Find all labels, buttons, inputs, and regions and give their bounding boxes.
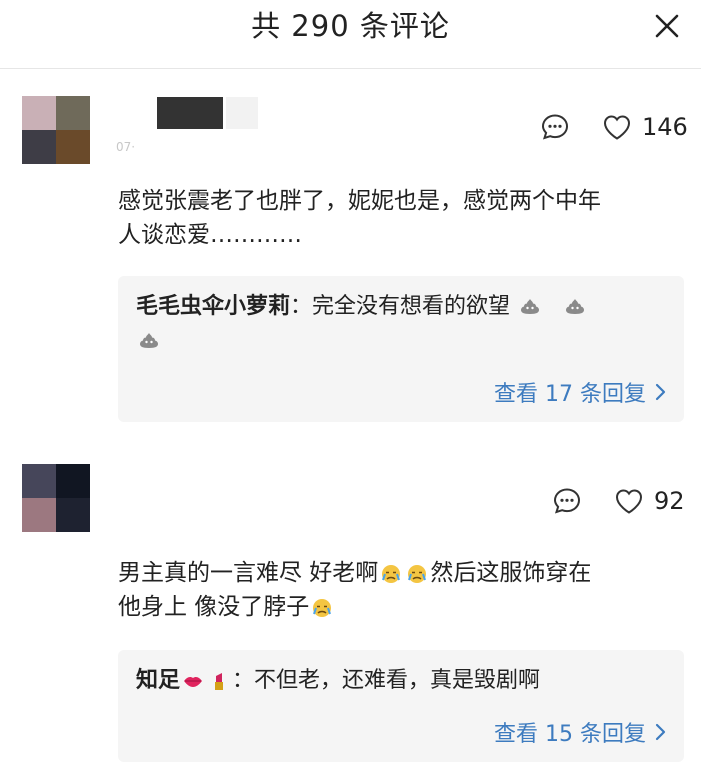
comment-text-line: 男主真的一言难尽 好老啊 然后这服饰穿在: [118, 556, 591, 590]
comment-time: 07·: [116, 140, 136, 154]
avatar[interactable]: [22, 96, 90, 164]
username-redacted[interactable]: [157, 97, 223, 129]
like-button[interactable]: [614, 487, 644, 515]
reply-button[interactable]: [540, 112, 570, 142]
crying-emoji-icon: [313, 598, 332, 617]
crying-emoji-icon: [408, 564, 427, 583]
comment-text-part: 然后这服饰穿在: [430, 560, 592, 586]
lips-emoji-icon: [184, 677, 203, 687]
reply-author[interactable]: 毛毛虫伞小萝莉: [136, 294, 290, 319]
reply-content: 不但老，还难看，真是毁剧啊: [254, 668, 541, 693]
close-button[interactable]: [651, 10, 683, 42]
like-button[interactable]: [602, 113, 632, 141]
comment-text: 男主真的一言难尽 好老啊 然后这服饰穿在 他身上 像没了脖子: [118, 556, 591, 624]
comment-text-line: 他身上 像没了脖子: [118, 590, 591, 624]
crying-emoji-icon: [382, 564, 401, 583]
reply-separator: ：: [290, 294, 313, 319]
view-replies-label: 查看 17 条回复: [494, 382, 646, 407]
heart-icon: [615, 489, 643, 514]
lipstick-emoji-icon: [215, 673, 224, 690]
reply-preview[interactable]: 毛毛虫伞小萝莉：完全没有想看的欲望 查看 17 条回复: [118, 276, 684, 422]
comment-text-part: 男主真的一言难尽 好老啊: [118, 560, 379, 586]
comment-text-part: 他身上 像没了脖子: [118, 594, 310, 620]
chevron-right-icon: [655, 383, 666, 401]
reply-author[interactable]: 知足: [136, 668, 180, 693]
close-icon: [655, 14, 679, 38]
chevron-right-icon: [655, 723, 666, 741]
comments-header: 共 290 条评论: [0, 0, 701, 69]
reply-content: 完全没有想看的欲望: [312, 294, 511, 319]
comment-text-line: 人谈恋爱…………: [118, 222, 302, 248]
username-redacted: [226, 97, 258, 129]
reply-separator: ：: [232, 668, 255, 693]
reply-preview[interactable]: 知足 ：不但老，还难看，真是毁剧啊 查看 15 条回复: [118, 650, 684, 762]
reply-text: 毛毛虫伞小萝莉：完全没有想看的欲望: [136, 290, 666, 358]
comment-bubble-icon: [553, 488, 581, 514]
comment-text-line: 感觉张震老了也胖了，妮妮也是，感觉两个中年: [118, 188, 601, 214]
reply-text: 知足 ：不但老，还难看，真是毁剧啊: [136, 664, 666, 698]
like-count: 92: [654, 487, 685, 515]
view-replies-link[interactable]: 查看 15 条回复: [494, 716, 666, 748]
like-count: 146: [642, 113, 688, 141]
poop-emoji-icon: [521, 299, 540, 314]
comments-title: 共 290 条评论: [251, 9, 450, 43]
comment-actions: 146: [540, 112, 688, 142]
heart-icon: [603, 115, 631, 140]
avatar[interactable]: [22, 464, 90, 532]
comment-text: 感觉张震老了也胖了，妮妮也是，感觉两个中年 人谈恋爱…………: [118, 184, 601, 252]
poop-emoji-icon: [566, 299, 585, 314]
view-replies-link[interactable]: 查看 17 条回复: [494, 376, 666, 408]
comment-bubble-icon: [541, 114, 569, 140]
view-replies-label: 查看 15 条回复: [494, 722, 646, 747]
reply-button[interactable]: [552, 486, 582, 516]
comment-actions: 92: [552, 486, 685, 516]
poop-emoji-icon: [140, 333, 158, 348]
